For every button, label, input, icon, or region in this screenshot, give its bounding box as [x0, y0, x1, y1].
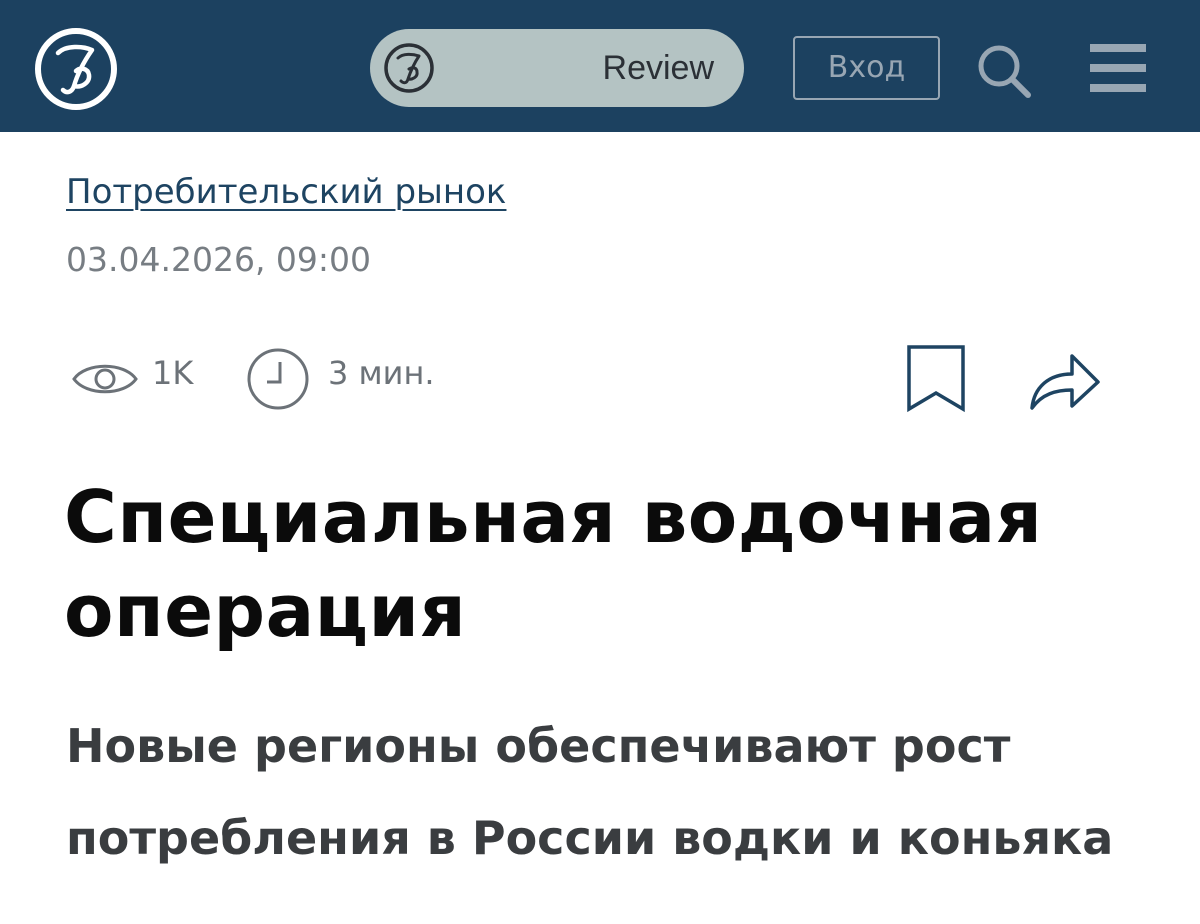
article-subtitle: Новые регионы обеспечивают рост потребле… [66, 719, 1114, 865]
read-time: 3 мин. [328, 354, 435, 392]
clock-icon [245, 346, 311, 412]
views-count: 1K [152, 354, 194, 392]
category-link[interactable]: Потребительский рынок [66, 172, 506, 212]
login-button[interactable]: Вход [793, 36, 940, 100]
review-button[interactable]: Review [370, 29, 744, 107]
kommersant-logo-icon [382, 41, 436, 95]
bookmark-icon[interactable] [905, 343, 967, 413]
hamburger-menu-icon[interactable] [1088, 40, 1148, 96]
review-label: Review [602, 49, 714, 87]
share-icon[interactable] [1028, 348, 1102, 412]
search-icon[interactable] [974, 40, 1034, 100]
eye-icon [70, 356, 140, 402]
article-meta-row: 1K 3 мин. [0, 340, 1200, 420]
article-title: Специальная водочная операция [64, 475, 1043, 653]
kommersant-logo-icon[interactable] [33, 26, 119, 112]
publish-datetime: 03.04.2026, 09:00 [66, 240, 372, 279]
top-navigation-bar: Review Вход [0, 0, 1200, 132]
